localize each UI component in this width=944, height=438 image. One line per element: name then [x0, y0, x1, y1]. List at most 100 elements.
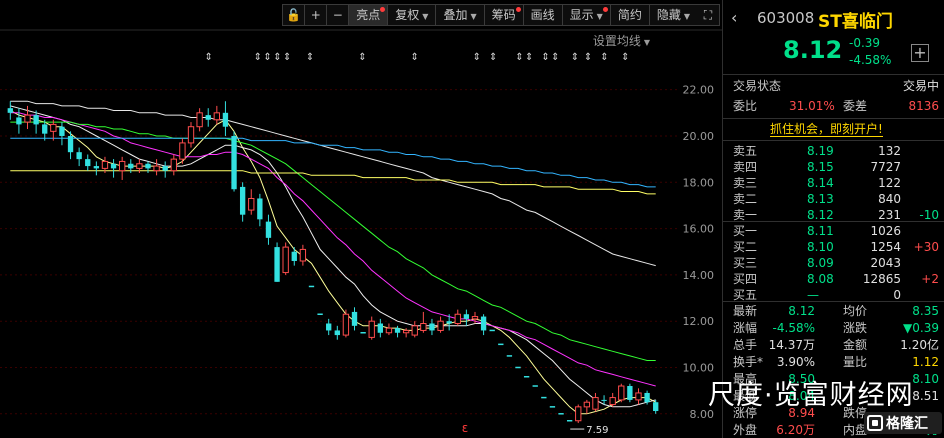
open-account-link[interactable]: 抓住机会，即刻开户!: [770, 122, 883, 137]
stock-header: ‹ 603008 ST喜临门 8.12 -0.39 -4.58% +: [723, 0, 944, 74]
y-tick-label: 22.00: [683, 84, 715, 97]
candle-body: [101, 160, 109, 169]
highlight-marker: ⇕: [205, 52, 213, 63]
candle-body: [334, 330, 340, 336]
fullscreen-icon[interactable]: ⛶: [697, 5, 719, 25]
highlight-marker: ⇕: [254, 52, 262, 63]
highlight-marker: ⇕: [489, 52, 497, 63]
candle-body: [429, 323, 435, 331]
level-volume: 1254: [870, 240, 901, 254]
stat-value: 8.10: [912, 372, 939, 386]
toolbar-button[interactable]: 亮点: [349, 5, 389, 25]
stock-name: ST喜临门: [818, 12, 893, 32]
toolbar-button-label: 隐藏: [656, 8, 681, 22]
kline-chart[interactable]: 22.0020.0018.0016.0014.0012.0010.008.00⇕…: [0, 0, 722, 438]
candle-body: [67, 135, 74, 153]
gelonghui-logo-icon: [867, 415, 883, 431]
bid-row[interactable]: 买一 8.11 1026: [723, 223, 944, 239]
add-watchlist-button[interactable]: +: [911, 44, 929, 62]
zoom-out-button[interactable]: −: [327, 5, 350, 25]
stat-label: 换手*: [733, 355, 764, 369]
toolbar-button[interactable]: 简约: [611, 5, 650, 25]
notification-dot: [380, 7, 386, 12]
ask-row[interactable]: 卖五 8.19 132: [723, 143, 944, 159]
zoom-in-button[interactable]: +: [305, 5, 328, 25]
bid-row[interactable]: 买四 8.08 12865 +2: [723, 271, 944, 287]
candle-body: [248, 197, 255, 211]
candle-body: [609, 397, 616, 406]
candle-body: [179, 142, 186, 160]
stat-value: 3.90%: [776, 355, 815, 369]
watermark: 尺度·览富财经网: [708, 380, 914, 411]
candle-body: [222, 112, 229, 127]
candle-body: [7, 108, 13, 113]
toolbar-button[interactable]: 叠加 ▼: [436, 5, 485, 25]
stats-row: 涨幅 -4.58% 涨跌 ▼0.39: [723, 320, 944, 336]
candle-body: [145, 163, 151, 169]
highlight-marker: ⇕: [263, 52, 271, 63]
stats-row: 换手* 3.90% 量比 1.12: [723, 354, 944, 370]
level-label: 卖四: [733, 160, 758, 174]
ask-row[interactable]: 卖四 8.15 7727: [723, 159, 944, 175]
gelonghui-label: 格隆汇: [886, 415, 928, 431]
min-price-label: 7.59: [586, 425, 608, 436]
highlight-marker: ⇕: [283, 52, 291, 63]
candle-body: [231, 135, 237, 190]
toolbar-button[interactable]: 筹码: [485, 5, 524, 25]
candle-body: [463, 314, 470, 319]
order-ratio-row: 委比 31.01% 委差 8136: [723, 98, 944, 114]
toolbar-button[interactable]: 画线: [524, 5, 563, 25]
chevron-down-icon: ▼: [422, 12, 429, 21]
chevron-left-icon[interactable]: ‹: [731, 8, 737, 27]
kline-chart-area[interactable]: 22.00 20.00 18.00 16.00 14.00 12.00 10.00 8.00 ⇕…: [0, 0, 942, 438]
candle-body: [653, 402, 659, 412]
toolbar-button[interactable]: 隐藏 ▼: [650, 5, 697, 25]
chevron-down-icon: ▼: [596, 12, 603, 21]
candle-body: [59, 126, 65, 136]
candle-body: [635, 392, 642, 401]
highlight-marker: ⇕: [358, 52, 366, 63]
chevron-down-icon: ▼: [683, 12, 690, 21]
candle-body: [618, 385, 625, 401]
highlight-marker: ⇕: [551, 52, 559, 63]
candle-body: [480, 316, 487, 331]
toolbar-button[interactable]: 复权 ▼: [388, 5, 437, 25]
highlight-marker: ⇕: [541, 52, 549, 63]
stat-value: 8.51: [912, 389, 939, 403]
candle-body: [257, 198, 263, 220]
order-ratio-label: 委比: [733, 99, 758, 113]
order-ratio-value: 31.01%: [789, 99, 835, 113]
ma-line-ma20: [10, 112, 656, 387]
toolbar-button[interactable]: 显示 ▼: [563, 5, 611, 25]
y-tick-label: 12.00: [683, 315, 715, 328]
level-volume: 1026: [870, 224, 901, 238]
candle-body: [42, 124, 48, 134]
divider: [723, 118, 944, 119]
last-price: 8.12: [783, 36, 843, 64]
candle-body: [299, 248, 307, 262]
candle-body: [282, 246, 289, 274]
candle-body: [265, 221, 272, 238]
candle-body: [385, 327, 393, 334]
candle-body: [110, 163, 117, 169]
ma-settings-dropdown[interactable]: 设置均线 ▼: [593, 32, 650, 49]
ma-line-ma5: [10, 110, 656, 415]
lock-icon[interactable]: 🔓: [283, 5, 306, 25]
stat-value: 6.20万: [776, 423, 815, 437]
level-price: 8.14: [807, 176, 834, 190]
candle-body: [446, 321, 452, 324]
notification-dot: [602, 7, 608, 12]
event-marker-icon: ε: [462, 421, 469, 435]
bid-row[interactable]: 买三 8.09 2043: [723, 255, 944, 271]
stat-label: 最新: [733, 304, 758, 318]
bid-row[interactable]: 买二 8.10 1254 +30: [723, 239, 944, 255]
candle-body: [213, 112, 220, 121]
trade-status-value: 交易中: [902, 79, 939, 93]
candle-body: [454, 313, 461, 325]
level-label: 卖五: [733, 144, 758, 158]
candle-body: [627, 386, 633, 400]
candle-body: [471, 316, 479, 320]
ask-row[interactable]: 卖二 8.13 840: [723, 191, 944, 207]
ask-row[interactable]: 卖三 8.14 122: [723, 175, 944, 191]
candle-body: [575, 406, 582, 422]
